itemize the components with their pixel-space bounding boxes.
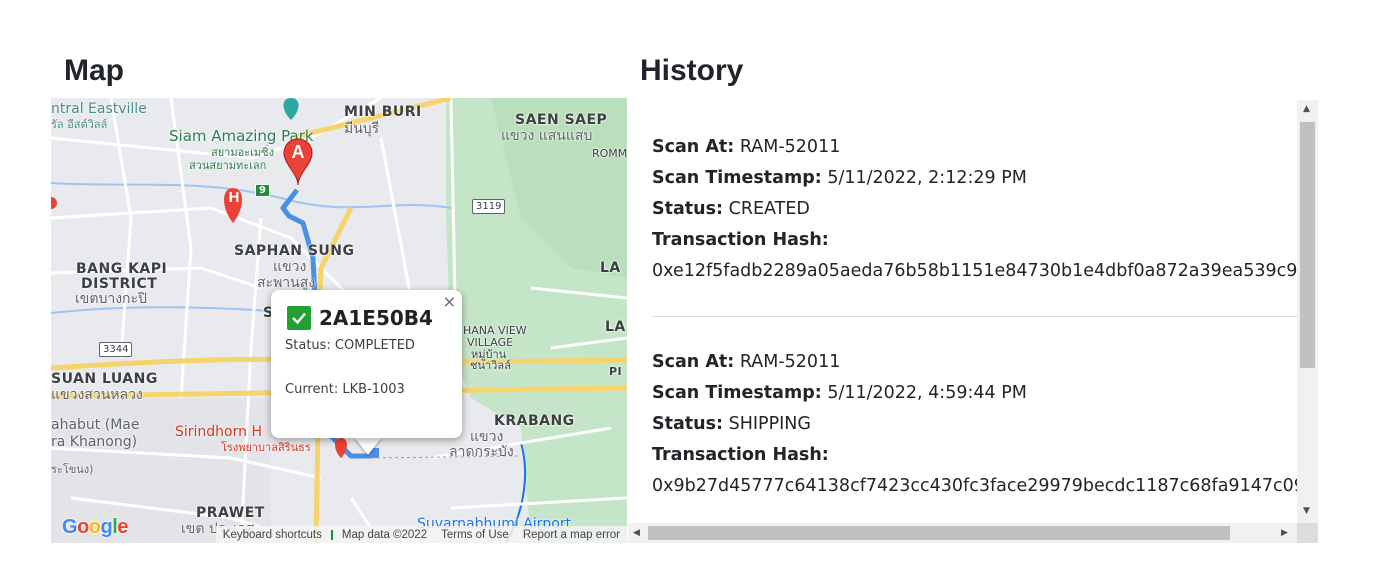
hash-label: Transaction Hash:	[652, 230, 829, 250]
label-romm: ROMM	[592, 147, 627, 160]
status-value: SHIPPING	[728, 414, 811, 434]
map-footer: Google Keyboard shortcuts Map data ©2022…	[51, 516, 627, 543]
timestamp-row: Scan Timestamp: 5/11/2022, 4:59:44 PM	[652, 378, 1297, 409]
timestamp-row: Scan Timestamp: 5/11/2022, 2:12:29 PM	[652, 163, 1297, 194]
label-chana-view-th2: ชนาวิลล์	[470, 359, 511, 372]
history-title: History	[640, 54, 744, 87]
timestamp-value: 5/11/2022, 2:12:29 PM	[827, 168, 1027, 188]
vertical-scroll-thumb[interactable]	[1300, 122, 1315, 368]
label-lat-krabang-th1: แขวง	[470, 429, 504, 445]
hash-value: 0xe12f5fadb2289a05aeda76b58b1151e84730b1…	[652, 261, 1297, 281]
label-saphan-sung-th2: สะพานสูง	[257, 275, 316, 291]
history-entry: Scan At: RAM-52011 Scan Timestamp: 5/11/…	[652, 132, 1297, 287]
report-map-error-link[interactable]: Report a map error	[516, 529, 627, 541]
hash-label: Transaction Hash:	[652, 445, 829, 465]
label-central-eastville: ntral Eastville	[51, 101, 147, 117]
scan-at-label: Scan At:	[652, 137, 735, 157]
page: Map History ntral Eastville รัล อีสต์วิล…	[0, 0, 1392, 566]
timestamp-label: Scan Timestamp:	[652, 168, 822, 188]
status-label: Status:	[652, 199, 724, 219]
label-saen-saep-th: แขวง แสนแสบ	[501, 128, 593, 144]
status-row: Status: SHIPPING	[652, 409, 1297, 440]
road-shield-3119: 3119	[472, 199, 506, 214]
map-view[interactable]: ntral Eastville รัล อีสต์วิลล์ MIN BURI …	[51, 98, 627, 543]
checkmark-icon	[287, 306, 311, 330]
timestamp-label: Scan Timestamp:	[652, 383, 822, 403]
marker-a[interactable]: A	[283, 138, 313, 191]
hash-label-row: Transaction Hash:	[652, 225, 1297, 256]
terms-of-use-link[interactable]: Terms of Use	[434, 529, 516, 541]
hash-label-row: Transaction Hash:	[652, 440, 1297, 471]
history-panel[interactable]: Scan At: RAM-52011 Scan Timestamp: 5/11/…	[628, 100, 1318, 543]
history-entry: Scan At: RAM-52011 Scan Timestamp: 5/11/…	[652, 347, 1297, 502]
label-prawet: PRAWET	[196, 505, 265, 521]
keyboard-shortcuts-link[interactable]: Keyboard shortcuts	[216, 529, 329, 541]
label-central-eastville-th: รัล อีสต์วิลล์	[51, 118, 108, 131]
label-bang-kapi: BANG KAPI	[76, 261, 168, 277]
hash-value: 0x9b27d45777c64138cf7423cc430fc3face2997…	[652, 476, 1297, 496]
google-logo: Google	[62, 516, 128, 538]
history-scroll-area[interactable]: Scan At: RAM-52011 Scan Timestamp: 5/11/…	[628, 100, 1297, 523]
scroll-down-arrow-icon[interactable]: ▼	[1303, 506, 1310, 516]
road-shield-3344: 3344	[99, 342, 133, 357]
scrollbar-corner	[1297, 523, 1318, 543]
status-value: CREATED	[728, 199, 810, 219]
scan-at-label: Scan At:	[652, 352, 735, 372]
label-suan-luang: SUAN LUANG	[51, 371, 158, 387]
horizontal-scroll-thumb[interactable]	[648, 526, 1230, 540]
scroll-left-arrow-icon[interactable]: ◀	[633, 528, 640, 538]
label-lat-krabang: KRABANG	[494, 413, 575, 429]
label-saphan-sung: SAPHAN SUNG	[234, 243, 355, 259]
label-bang-kapi-district: DISTRICT	[81, 276, 158, 292]
label-sirindhorn: Sirindhorn H	[175, 424, 262, 440]
infowindow-current: Current: LKB-1003	[285, 382, 405, 397]
label-suan-luang-th: แขวงสวนหลวง	[51, 387, 143, 403]
label-phrabut: ahabut (Mae	[51, 417, 140, 433]
label-min-buri-th: มีนบุรี	[344, 121, 380, 137]
label-saphan-sung-th1: แขวง	[273, 259, 307, 275]
hospital-icon[interactable]: H	[225, 189, 243, 206]
scan-at-row: Scan At: RAM-52011	[652, 132, 1297, 163]
infowindow-tail	[354, 437, 382, 455]
label-phrabut-2: ra Khanong)	[51, 434, 138, 450]
label-siam-amazing-park-th1: สยามอะเมซิ่ง	[211, 146, 274, 159]
scan-at-value: RAM-52011	[739, 352, 841, 372]
entry-divider	[652, 316, 1297, 317]
status-label: Status:	[652, 414, 724, 434]
status-row: Status: CREATED	[652, 194, 1297, 225]
label-bang-kapi-th: เขตบางกะปิ	[75, 291, 147, 307]
label-pi: PI	[609, 365, 623, 378]
map-title: Map	[64, 54, 124, 87]
marker-a-label: A	[291, 142, 305, 162]
horizontal-scrollbar[interactable]: ◀ ▶	[628, 523, 1297, 543]
label-min-buri: MIN BURI	[344, 104, 422, 120]
vertical-scrollbar[interactable]: ▲ ▼	[1297, 100, 1318, 523]
map-footer-links: Keyboard shortcuts Map data ©2022 Terms …	[215, 526, 627, 543]
infowindow-status: Status: COMPLETED	[285, 338, 415, 353]
scroll-up-arrow-icon[interactable]: ▲	[1303, 104, 1310, 114]
infowindow: × 2A1E50B4 Status: COMPLETED Current: LK…	[271, 290, 462, 438]
infowindow-close-button[interactable]: ×	[443, 292, 456, 311]
label-phrabut-th: ระโขนง)	[51, 463, 94, 476]
label-saen-saep: SAEN SAEP	[515, 112, 608, 128]
infowindow-header: 2A1E50B4	[287, 306, 433, 330]
infowindow-package-id: 2A1E50B4	[319, 306, 433, 330]
scan-at-row: Scan At: RAM-52011	[652, 347, 1297, 378]
scroll-right-arrow-icon[interactable]: ▶	[1281, 528, 1288, 538]
road-shield-9: 9	[255, 184, 270, 197]
label-siam-amazing-park-th2: สวนสยามทะเลก	[189, 159, 267, 172]
label-la: LA	[600, 260, 621, 276]
scan-at-value: RAM-52011	[739, 137, 841, 157]
timestamp-value: 5/11/2022, 4:59:44 PM	[827, 383, 1027, 403]
label-lat-krabang-th2: ลาดกระบัง	[449, 444, 514, 460]
label-sirindhorn-th: โรงพยาบาลสิรินธร	[221, 441, 311, 454]
map-data-text: Map data ©2022	[341, 528, 428, 541]
label-la-2: LA	[605, 319, 626, 335]
footer-separator	[330, 529, 333, 540]
